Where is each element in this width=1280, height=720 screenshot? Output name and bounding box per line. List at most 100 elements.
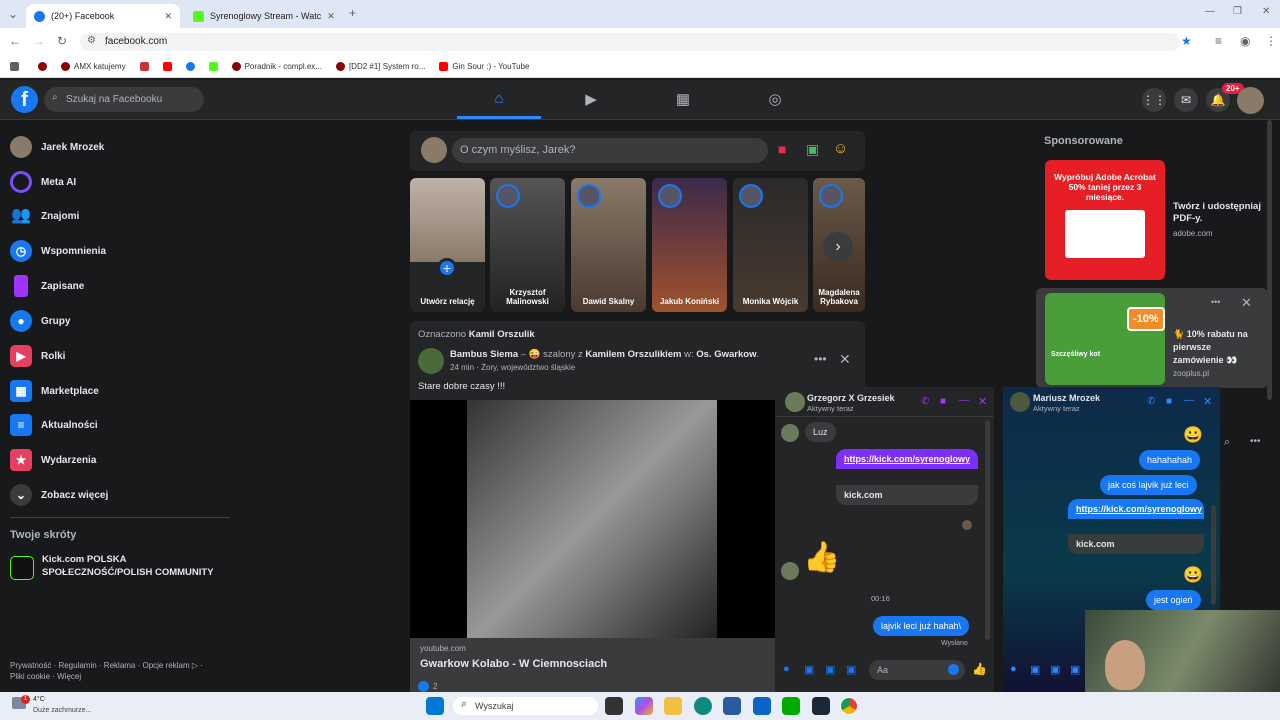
right-column-scrollbar[interactable] (1267, 120, 1272, 400)
footer-links-2[interactable]: Pliki cookie · Więcej (10, 672, 81, 681)
kick-app-icon[interactable] (782, 697, 800, 715)
tagged-name[interactable]: Kamil Orszulik (469, 329, 535, 340)
sidebar-item-marketplace[interactable]: ▦ Marketplace (10, 376, 230, 406)
menu-icon[interactable]: ⋮ (1265, 34, 1277, 48)
avatar[interactable] (418, 348, 444, 374)
story-card[interactable]: Krzysztof Malinowski (490, 178, 565, 312)
sticker-icon[interactable]: ▣ (1050, 663, 1060, 676)
close-tab-icon[interactable]: ✕ (327, 11, 335, 22)
close-chat-icon[interactable]: ✕ (978, 395, 987, 408)
zooplus-ad-image[interactable]: -10% Szczęśliwy kot (1045, 293, 1165, 385)
chrome-icon[interactable] (840, 697, 858, 715)
chat-contact-name[interactable]: Grzegorz X Grzesiek (807, 393, 895, 403)
groups-icon[interactable]: ◎ (765, 90, 785, 110)
link-title[interactable]: Gwarkow Kolabo - W Ciemnosciach (420, 658, 607, 670)
call-icon[interactable]: ✆ (921, 396, 929, 407)
sidebar-item-friends[interactable]: 👥 Znajomi (10, 201, 230, 231)
message-link-domain[interactable]: kick.com (1068, 534, 1204, 554)
chat-scrollbar[interactable] (985, 420, 990, 640)
youtube-icon[interactable] (162, 62, 172, 71)
store-icon[interactable] (723, 697, 741, 715)
photo-icon[interactable]: ▣ (1030, 663, 1040, 676)
bookmark-amx[interactable]: AMX katujemy (61, 62, 126, 71)
weather-desc[interactable]: Duże zachmurze... (33, 707, 91, 714)
new-tab-icon[interactable]: + (349, 6, 356, 20)
story-card[interactable]: Jakub Koniński (652, 178, 727, 312)
account-avatar[interactable] (1237, 87, 1264, 114)
close-window-icon[interactable]: ✕ (1262, 6, 1270, 17)
call-icon[interactable]: ✆ (1147, 396, 1155, 407)
sticker-icon[interactable]: ▣ (825, 663, 835, 676)
kick-group-icon[interactable] (10, 556, 34, 580)
facebook-search-input[interactable]: Szukaj na Facebooku (44, 87, 204, 112)
gif-icon[interactable]: ▣ (846, 663, 856, 676)
chat-contact-name[interactable]: Mariusz Mrozek (1033, 393, 1100, 403)
bookmark-star-icon[interactable]: ★ (1181, 34, 1192, 48)
composer-input[interactable]: O czym myślisz, Jarek? (452, 138, 768, 163)
file-explorer-icon[interactable] (664, 697, 682, 715)
like-send-icon[interactable]: 👍 (972, 662, 987, 676)
chat-scrollbar[interactable] (1211, 505, 1216, 605)
taskbar-search[interactable]: Wyszukaj (453, 697, 598, 715)
task-view-icon[interactable] (605, 697, 623, 715)
mic-icon[interactable]: ● (1010, 663, 1017, 675)
facebook-logo[interactable]: f (11, 86, 38, 113)
bookmark-icon[interactable] (139, 62, 149, 71)
sidebar-item-memories[interactable]: ◷ Wspomnienia (10, 236, 230, 266)
forward-icon[interactable]: → (33, 34, 45, 48)
messenger-icon[interactable]: ✉ (1174, 88, 1198, 112)
adobe-ad-image[interactable]: Wypróbuj Adobe Acrobat 50% taniej przez … (1045, 160, 1165, 280)
close-icon[interactable]: ✕ (1241, 295, 1252, 311)
search-icon[interactable]: ⌕ (1224, 436, 1230, 449)
more-options-icon[interactable]: ••• (1211, 297, 1220, 307)
restore-icon[interactable]: ❐ (1233, 6, 1242, 17)
minimize-chat-icon[interactable]: — (959, 395, 969, 406)
stories-next-button[interactable]: › (823, 232, 853, 262)
feeling-icon[interactable]: ☺ (833, 140, 848, 157)
sidebar-item-profile[interactable]: Jarek Mrozek (10, 132, 230, 162)
steam-icon[interactable] (812, 697, 830, 715)
minimize-icon[interactable]: — (1205, 6, 1215, 17)
bookmark-icon[interactable] (38, 62, 47, 71)
copilot-icon[interactable] (635, 697, 653, 715)
tab-facebook[interactable]: (20+) Facebook ✕ (26, 4, 180, 28)
close-chat-icon[interactable]: ✕ (1203, 395, 1212, 408)
ad-title[interactable]: Twórz i udostępniaj PDF-y. (1173, 201, 1268, 225)
link-preview-image[interactable] (410, 400, 775, 638)
minimize-chat-icon[interactable]: — (1184, 395, 1194, 406)
emoji-icon[interactable] (948, 664, 959, 675)
close-icon[interactable]: ✕ (839, 351, 851, 368)
sidebar-item-feeds[interactable]: ≡ Aktualności (10, 410, 230, 440)
menu-grid-icon[interactable]: ⋮⋮ (1142, 88, 1166, 112)
tab-search-icon[interactable]: ⌄ (8, 7, 18, 21)
omnibox[interactable]: facebook.com (80, 33, 1180, 51)
bookmark-poradnik[interactable]: Poradnik - compl.ex... (231, 62, 322, 71)
ad-title[interactable]: 🐈 10% rabatu na pierwsze zamówienie 👀 (1173, 328, 1261, 367)
bookmark-dd2[interactable]: [DD2 #1] System ro... (335, 62, 425, 71)
story-card[interactable]: Monika Wójcik (733, 178, 808, 312)
sidebar-item-saved[interactable]: Zapisane (10, 271, 230, 301)
sidebar-item-see-more[interactable]: ⌄ Zobacz więcej (10, 480, 230, 510)
site-info-icon[interactable]: ⚙ (87, 35, 96, 46)
reload-icon[interactable]: ↻ (57, 34, 67, 48)
outlook-icon[interactable] (753, 697, 771, 715)
back-icon[interactable]: ← (9, 34, 21, 48)
shortcut-kick[interactable]: Kick.com POLSKA SPOŁECZNOŚĆ/POLISH COMMUN… (42, 553, 214, 579)
edge-icon[interactable] (694, 697, 712, 715)
media-icon[interactable]: ≡ (1215, 34, 1222, 48)
message-link-domain[interactable]: kick.com (836, 485, 978, 505)
close-tab-icon[interactable]: ✕ (164, 11, 172, 22)
tab-stream[interactable]: Syrenoglowy Stream - Watc ✕ (185, 4, 340, 28)
kick-icon[interactable] (208, 62, 218, 71)
photo-icon[interactable]: ▣ (804, 663, 814, 676)
apps-icon[interactable] (10, 62, 19, 71)
story-create[interactable]: + Utwórz relację (410, 178, 485, 312)
sidebar-item-reels[interactable]: ▶ Rolki (10, 341, 230, 371)
facebook-icon[interactable] (185, 62, 195, 71)
more-options-icon[interactable]: ••• (1250, 436, 1261, 447)
video-call-icon[interactable]: ■ (940, 396, 946, 407)
post-author[interactable]: Bambus Siema (450, 349, 518, 360)
mic-icon[interactable]: ● (783, 663, 790, 675)
live-video-icon[interactable]: ■ (778, 141, 786, 157)
sidebar-item-meta-ai[interactable]: Meta AI (10, 167, 230, 197)
